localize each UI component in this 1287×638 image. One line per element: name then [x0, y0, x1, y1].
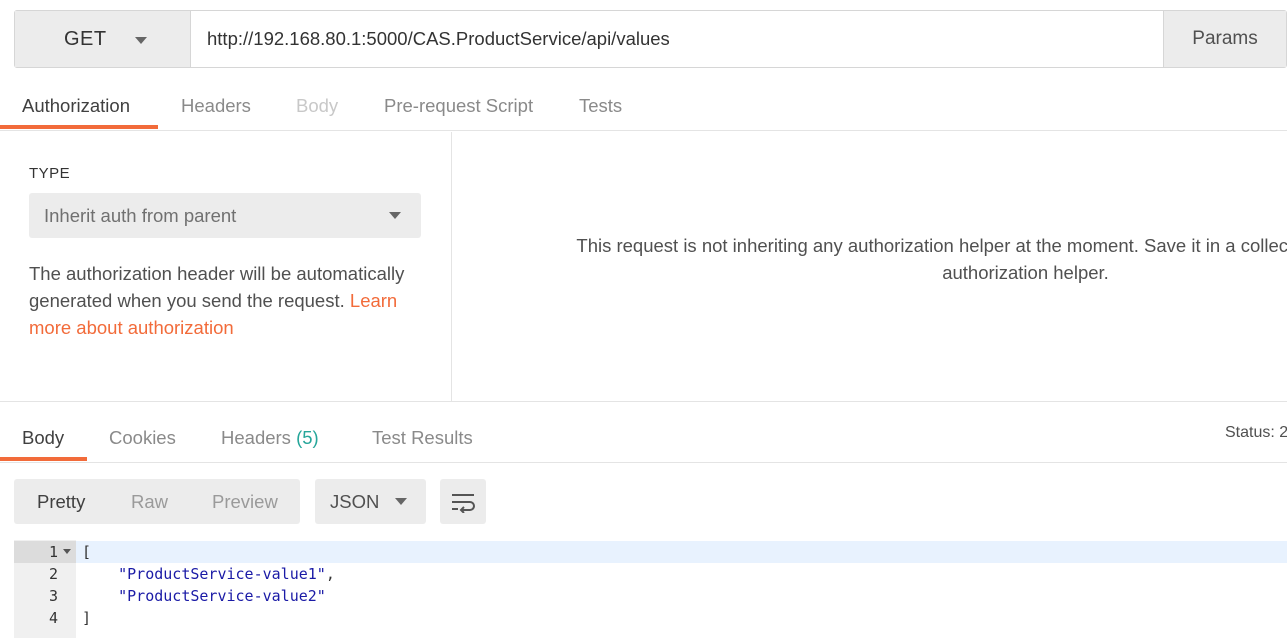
tab-headers[interactable]: Headers — [181, 80, 251, 131]
code-text: ] — [82, 609, 92, 627]
response-toolbar: Pretty Raw Preview JSON — [0, 479, 1287, 525]
line-number: 4 — [48, 609, 58, 627]
response-status: Status: 2 — [1225, 424, 1287, 441]
request-url-bar: GET http://192.168.80.1:5000/CAS.Product… — [14, 10, 1287, 68]
auth-info-panel: This request is not inheriting any autho… — [453, 132, 1287, 402]
code-line: 1 [ — [14, 541, 1287, 563]
headers-count-badge: (5) — [296, 426, 319, 448]
code-line: 3 "ProductService-value2" — [14, 585, 1287, 607]
tab-body[interactable]: Body — [296, 80, 338, 131]
line-number: 2 — [48, 565, 58, 583]
auth-description: The authorization header will be automat… — [29, 260, 439, 341]
code-text: "ProductService-value1", — [118, 565, 335, 583]
format-value: JSON — [330, 490, 380, 512]
method-label: GET — [64, 27, 107, 50]
request-tabs: Authorization Headers Body Pre-request S… — [0, 80, 1287, 131]
active-tab-indicator — [0, 125, 158, 129]
auth-type-select[interactable]: Inherit auth from parent — [29, 193, 421, 238]
line-number: 1 — [48, 543, 58, 561]
auth-settings-panel: TYPE Inherit auth from parent The author… — [0, 132, 452, 402]
tab-cookies[interactable]: Cookies — [109, 412, 176, 463]
code-text: "ProductService-value2" — [118, 587, 326, 605]
auth-message: This request is not inheriting any autho… — [453, 232, 1287, 286]
response-tabs: Body Cookies Headers (5) Test Results St… — [0, 412, 1287, 463]
view-mode-group: Pretty Raw Preview — [14, 479, 300, 524]
tab-response-headers[interactable]: Headers (5) — [221, 412, 319, 463]
tab-pre-request-script[interactable]: Pre-request Script — [384, 80, 533, 131]
section-divider — [0, 401, 1287, 402]
code-line: 2 "ProductService-value1", — [14, 563, 1287, 585]
code-line: 4 ] — [14, 607, 1287, 629]
chevron-down-icon — [134, 36, 147, 44]
type-label: TYPE — [29, 165, 71, 182]
chevron-down-icon — [389, 212, 401, 219]
view-raw-button[interactable]: Raw — [131, 491, 168, 513]
method-select[interactable]: GET — [15, 11, 191, 67]
code-text: [ — [82, 543, 92, 561]
format-select[interactable]: JSON — [315, 479, 426, 524]
line-number: 3 — [48, 587, 58, 605]
wrap-icon — [452, 493, 475, 513]
url-input[interactable]: http://192.168.80.1:5000/CAS.ProductServ… — [191, 11, 1163, 67]
params-button[interactable]: Params — [1163, 11, 1286, 67]
tab-tests[interactable]: Tests — [579, 80, 622, 131]
auth-message-text: This request is not inheriting any autho… — [576, 235, 1287, 283]
active-response-tab-indicator — [0, 457, 87, 461]
tab-authorization[interactable]: Authorization — [22, 80, 130, 131]
fold-arrow-icon[interactable] — [63, 549, 71, 554]
view-preview-button[interactable]: Preview — [212, 491, 278, 513]
tab-test-results[interactable]: Test Results — [372, 412, 473, 463]
auth-type-value: Inherit auth from parent — [44, 204, 237, 226]
chevron-down-icon — [395, 498, 407, 505]
auth-description-text: The authorization header will be automat… — [29, 263, 405, 311]
tab-response-headers-label: Headers — [221, 426, 291, 448]
wrap-lines-button[interactable] — [440, 479, 486, 524]
response-body-editor[interactable]: 1 [ 2 "ProductService-value1", 3 "Produc… — [14, 540, 1287, 638]
view-pretty-button[interactable]: Pretty — [37, 491, 85, 513]
tab-response-body[interactable]: Body — [22, 412, 64, 463]
